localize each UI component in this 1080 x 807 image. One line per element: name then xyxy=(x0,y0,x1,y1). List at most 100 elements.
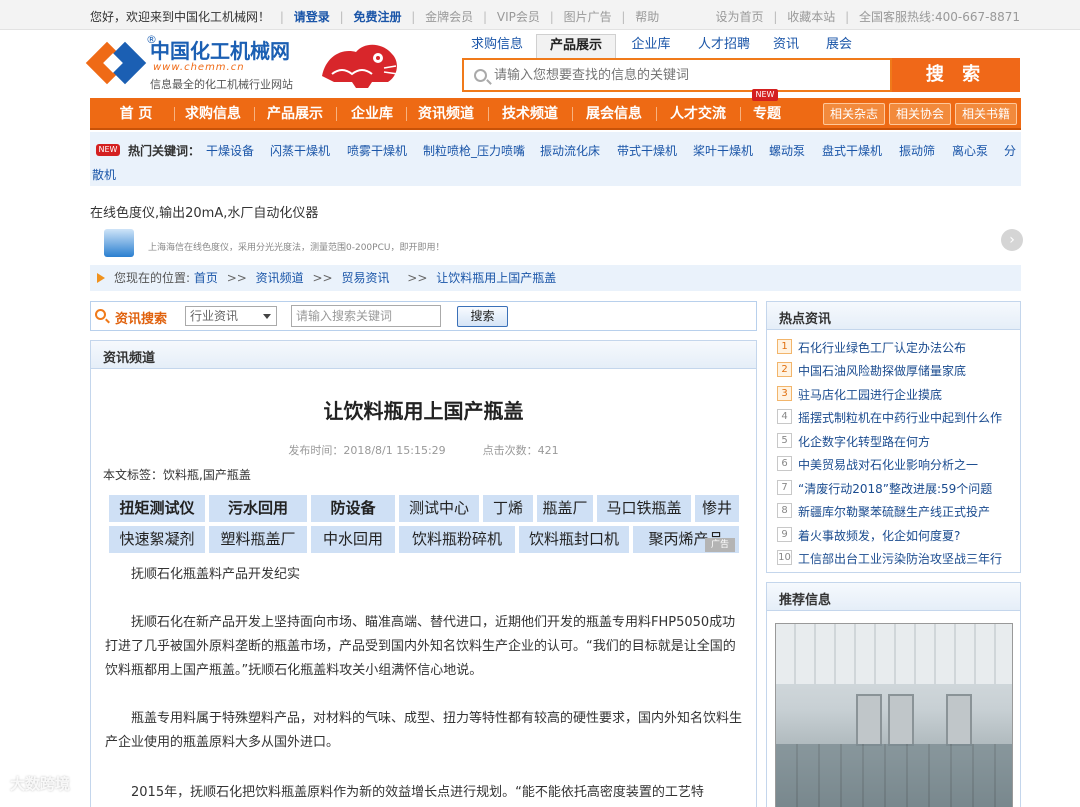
breadcrumb: 您现在的位置: 首页 >> 资讯频道 >> 贸易资讯 >> 让饮料瓶用上国产瓶盖 xyxy=(90,265,1021,291)
main-search-button[interactable]: 搜 索 xyxy=(892,58,1020,92)
recommended-title: 推荐信息 xyxy=(779,593,832,608)
breadcrumb-news[interactable]: 资讯频道 xyxy=(256,271,304,285)
tab-buy-info[interactable]: 求购信息 xyxy=(462,34,532,58)
topbar-right: 设为首页 | 收藏本站 | 全国客服热线:400-667-8871 xyxy=(715,10,1021,24)
hot-keyword[interactable]: 盘式干燥机 xyxy=(822,142,882,159)
hotline-text: 全国客服热线:400-667-8871 xyxy=(858,10,1020,24)
breadcrumb-current[interactable]: 让饮料瓶用上国产瓶盖 xyxy=(436,271,556,285)
keyword-link[interactable]: 快速絮凝剂 xyxy=(109,526,205,553)
hot-keyword[interactable]: 制粒喷枪_压力喷嘴 xyxy=(423,142,525,159)
logo-tagline: 信息最全的化工机械行业网站 xyxy=(150,78,293,91)
nav-companies[interactable]: 企业库 xyxy=(340,98,404,130)
logo-title[interactable]: 中国化工机械网 xyxy=(150,35,290,64)
nav-products[interactable]: 产品展示 xyxy=(258,98,332,130)
nav-home[interactable]: 首 页 xyxy=(100,98,172,130)
news-keyword-input[interactable]: 请输入搜索关键词 xyxy=(291,305,441,327)
article-paragraph: 瓶盖专用料属于特殊塑料产品，对材料的气味、成型、扭力等特性都有较高的硬性要求，国… xyxy=(105,711,743,750)
ad-description: 上海海信在线色度仪，采用分光光度法，测量范围0-200PCU，即开即用！ xyxy=(148,243,445,253)
recommended-panel: 推荐信息 xyxy=(766,582,1021,807)
login-link[interactable]: 请登录 xyxy=(294,10,330,24)
keyword-link[interactable]: 防设备 xyxy=(311,495,395,522)
logo-domain: www.chemm.cn xyxy=(153,62,245,73)
main-search-box xyxy=(462,58,892,92)
main-search-input[interactable] xyxy=(494,65,874,85)
keyword-link[interactable]: 饮料瓶封口机 xyxy=(519,526,629,553)
hot-keyword[interactable]: 离心泵 xyxy=(952,142,988,159)
topbar-left: 您好，欢迎来到中国化工机械网！ | 请登录 | 免费注册 | 金牌会员 | VI… xyxy=(90,10,660,24)
arrow-right-icon xyxy=(97,273,105,283)
related-magazines-button[interactable]: 相关杂志 xyxy=(823,103,885,125)
cleanroom-photo[interactable] xyxy=(775,623,1013,807)
top-utility-bar: 您好，欢迎来到中国化工机械网！ | 请登录 | 免费注册 | 金牌会员 | VI… xyxy=(0,0,1080,30)
news-search-bar: 资讯搜索 行业资讯 请输入搜索关键词 搜索 xyxy=(90,301,757,331)
hot-keyword[interactable]: 带式干燥机 xyxy=(617,142,677,159)
keyword-link[interactable]: 测试中心 xyxy=(399,495,479,522)
search-icon xyxy=(95,309,106,320)
hot-keywords-bar: NEW 热门关键词： 干燥设备 闪蒸干燥机 喷雾干燥机 制粒喷枪_压力喷嘴 振动… xyxy=(90,132,1021,186)
category-select[interactable]: 行业资讯 xyxy=(185,306,277,326)
hot-keyword[interactable]: 桨叶干燥机 xyxy=(693,142,753,159)
keyword-link[interactable]: 扭矩测试仪 xyxy=(109,495,205,522)
related-books-button[interactable]: 相关书籍 xyxy=(955,103,1017,125)
keyword-link[interactable]: 饮料瓶粉碎机 xyxy=(399,526,515,553)
keyword-link[interactable]: 中水回用 xyxy=(311,526,395,553)
hot-keyword[interactable]: 喷雾干燥机 xyxy=(347,142,407,159)
hot-keyword[interactable]: 散机 xyxy=(92,166,116,183)
article-panel: 资讯频道 让饮料瓶用上国产瓶盖 发布时间：2018/8/1 15:15:29 点… xyxy=(90,340,757,807)
gold-member-link[interactable]: 金牌会员 xyxy=(425,10,473,24)
nav-exhibitions[interactable]: 展会信息 xyxy=(576,98,652,130)
tab-companies[interactable]: 企业库 xyxy=(620,34,682,58)
keyword-ad-grid: 扭矩测试仪 污水回用 防设备 测试中心 丁烯 瓶盖厂 马口铁瓶盖 惨井 快速絮凝… xyxy=(109,495,741,555)
ad-badge: 广告 xyxy=(705,538,735,552)
recommended-header: 推荐信息 xyxy=(767,583,1020,611)
site-logo-icon[interactable] xyxy=(85,36,147,90)
news-search-label: 资讯搜索 xyxy=(115,312,168,327)
nav-topics[interactable]: 专题 xyxy=(744,98,790,130)
hot-keyword[interactable]: 闪蒸干燥机 xyxy=(270,142,330,159)
breadcrumb-prefix: 您现在的位置: xyxy=(114,271,191,285)
tab-news[interactable]: 资讯 xyxy=(764,34,808,58)
bookmark-link[interactable]: 收藏本站 xyxy=(787,10,835,24)
hot-news-title: 热点资讯 xyxy=(779,312,832,327)
ad-product-image[interactable] xyxy=(104,229,134,257)
section-title: 资讯频道 xyxy=(103,351,156,366)
hot-keywords-label: 热门关键词： xyxy=(128,144,201,158)
nav-talent[interactable]: 人才交流 xyxy=(660,98,736,130)
related-associations-button[interactable]: 相关协会 xyxy=(889,103,951,125)
keyword-link[interactable]: 惨井 xyxy=(695,495,739,522)
nav-news[interactable]: 资讯频道 xyxy=(408,98,484,130)
keyword-link[interactable]: 丁烯 xyxy=(483,495,533,522)
set-homepage-link[interactable]: 设为首页 xyxy=(716,10,764,24)
tab-jobs[interactable]: 人才招聘 xyxy=(688,34,760,58)
lion-papercut-icon xyxy=(322,44,399,88)
nav-buy-info[interactable]: 求购信息 xyxy=(176,98,250,130)
breadcrumb-trade-news[interactable]: 贸易资讯 xyxy=(341,271,389,285)
hot-news-panel: 热点资讯 1 石化行业绿色工厂认定办法公布 2 中国石油风险勘探做厚储量家底 3 驻马… xyxy=(766,301,1021,573)
watermark: 大数跨境 xyxy=(10,775,71,793)
hot-keyword[interactable]: 振动筛 xyxy=(899,142,935,159)
tab-exhibitions[interactable]: 展会 xyxy=(814,34,864,58)
article-paragraph: 2015年，抚顺石化把饮料瓶盖原料作为新的效益增长点进行规划。“能不能依托高密度… xyxy=(131,785,704,800)
hot-keyword[interactable]: 螺动泵 xyxy=(769,142,805,159)
keyword-link[interactable]: 塑料瓶盖厂 xyxy=(209,526,307,553)
article-paragraph: 抚顺石化在新产品开发上坚持面向市场、瞄准高端、替代进口，近期他们开发的瓶盖专用料… xyxy=(105,615,736,678)
chevron-right-icon[interactable]: › xyxy=(1001,229,1023,251)
keyword-link[interactable]: 污水回用 xyxy=(209,495,307,522)
nav-tech[interactable]: 技术频道 xyxy=(492,98,568,130)
breadcrumb-home[interactable]: 首页 xyxy=(194,271,218,285)
new-badge: NEW xyxy=(96,144,120,156)
main-nav: 首 页 求购信息 产品展示 企业库 资讯频道 技术频道 展会信息 人才交流 专题… xyxy=(90,89,1021,130)
keyword-link[interactable]: 马口铁瓶盖 xyxy=(597,495,691,522)
tab-products[interactable]: 产品展示 xyxy=(536,34,616,58)
hot-keyword[interactable]: 干燥设备 xyxy=(206,142,254,159)
vip-member-link[interactable]: VIP会员 xyxy=(497,10,540,24)
news-search-button[interactable]: 搜索 xyxy=(457,306,508,327)
help-link[interactable]: 帮助 xyxy=(635,10,659,24)
article-paragraph: 抚顺石化瓶盖料产品开发纪实 xyxy=(131,567,301,582)
ad-title[interactable]: 在线色度仪,输出20mA,水厂自动化仪器 xyxy=(90,202,318,221)
hot-keyword[interactable]: 分 xyxy=(1004,142,1016,159)
keyword-link[interactable]: 瓶盖厂 xyxy=(537,495,593,522)
register-link[interactable]: 免费注册 xyxy=(353,10,401,24)
hot-keyword[interactable]: 振动流化床 xyxy=(540,142,600,159)
image-ad-link[interactable]: 图片广告 xyxy=(564,10,612,24)
